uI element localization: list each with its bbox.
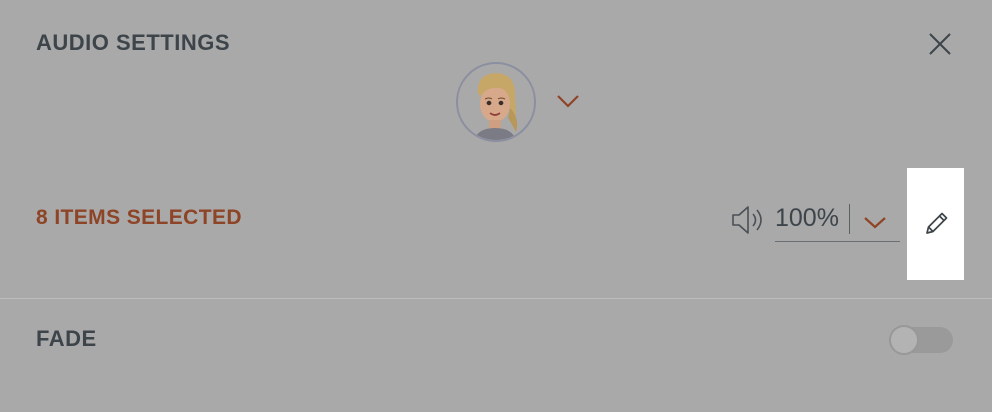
close-button[interactable] xyxy=(920,24,960,64)
section-divider xyxy=(0,298,992,299)
chevron-down-icon xyxy=(557,95,579,108)
pencil-icon xyxy=(925,212,947,234)
fade-label: FADE xyxy=(36,326,97,351)
avatar xyxy=(474,73,518,140)
dialog-title: AUDIO SETTINGS xyxy=(36,30,231,55)
close-icon xyxy=(929,33,951,55)
volume-divider xyxy=(849,204,850,234)
toggle-knob xyxy=(889,325,919,355)
voice-dropdown-button[interactable] xyxy=(553,86,583,116)
chevron-down-icon xyxy=(864,217,886,229)
volume-icon-wrap[interactable] xyxy=(730,204,766,236)
audio-settings-dialog: AUDIO SETTINGS 8 ITEMS SELECTED 100% FAD… xyxy=(0,0,992,412)
speaker-icon xyxy=(732,206,762,234)
volume-select[interactable]: 100% xyxy=(775,198,900,242)
voice-avatar-button[interactable] xyxy=(456,62,536,142)
items-selected-label: 8 ITEMS SELECTED xyxy=(36,206,242,229)
edit-button[interactable] xyxy=(907,168,964,280)
volume-dropdown-button[interactable] xyxy=(859,206,891,236)
fade-toggle[interactable] xyxy=(889,325,955,355)
volume-value: 100% xyxy=(775,204,839,232)
